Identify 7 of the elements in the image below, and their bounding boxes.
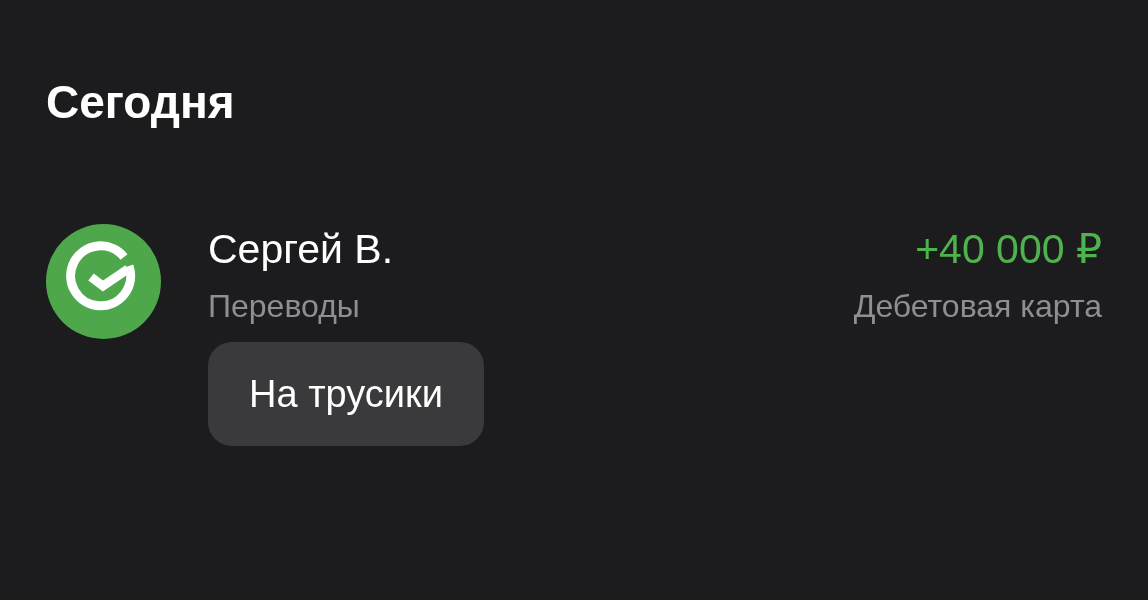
account-name: Дебетовая карта xyxy=(853,287,1102,326)
category: Переводы xyxy=(208,287,360,326)
note-chip: На трусики xyxy=(208,342,484,446)
check-logo-icon xyxy=(46,224,161,339)
amount: +40 000 ₽ xyxy=(915,225,1102,274)
sender-name: Сергей В. xyxy=(208,225,394,274)
section-title: Сегодня xyxy=(46,75,235,130)
